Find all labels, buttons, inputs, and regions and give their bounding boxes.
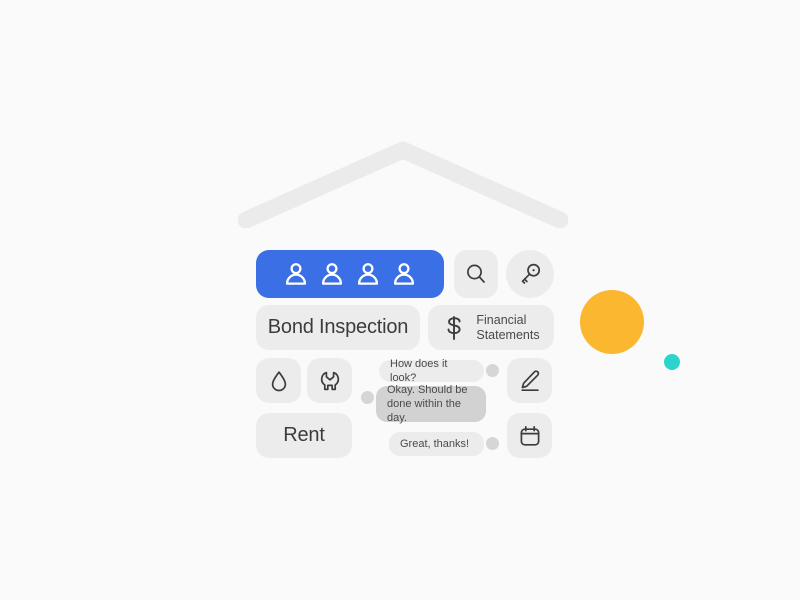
dollar-sign-icon	[447, 315, 461, 340]
water-drop-button[interactable]	[256, 358, 301, 403]
wrench-icon	[320, 371, 339, 390]
search-icon	[467, 264, 485, 283]
person-icon	[393, 263, 415, 285]
maintenance-button[interactable]	[307, 358, 352, 403]
chat-bubble-outgoing[interactable]: How does it look?	[379, 358, 484, 384]
bond-inspection-label: Bond Inspection	[267, 316, 409, 338]
tenants-people-button[interactable]	[256, 250, 444, 298]
calendar-button[interactable]	[507, 413, 552, 458]
illustration-canvas: Bond Inspection Financial Statements Ren…	[0, 0, 800, 600]
search-button[interactable]	[454, 250, 498, 298]
key-icon	[521, 263, 541, 284]
avatar	[486, 437, 499, 450]
person-icon	[285, 263, 307, 285]
financial-statements-button[interactable]: Financial Statements	[428, 305, 554, 350]
edit-button[interactable]	[507, 358, 552, 403]
avatar	[361, 391, 374, 404]
rent-button[interactable]: Rent	[256, 413, 352, 458]
water-drop-icon	[271, 370, 286, 391]
person-icon	[321, 263, 343, 285]
financial-statements-label-line2: Statements	[476, 327, 540, 342]
key-button[interactable]	[506, 250, 554, 298]
orange-circle	[580, 290, 644, 354]
rent-label: Rent	[283, 424, 325, 446]
chat-bubble-outgoing[interactable]: Great, thanks!	[389, 432, 484, 456]
chat-bubble-text: Okay. Should be done within the day.	[387, 384, 468, 424]
calendar-icon	[520, 425, 539, 446]
chat-bubble-text: Great, thanks!	[400, 438, 470, 450]
pencil-icon	[520, 369, 539, 391]
chat-bubble-text: How does it look?	[390, 358, 448, 384]
teal-circle	[664, 354, 680, 370]
financial-statements-label-line1: Financial	[476, 312, 527, 327]
avatar	[486, 364, 499, 377]
chat-bubble-incoming[interactable]: Okay. Should be done within the day.	[376, 384, 486, 424]
house-roof-chevron	[238, 141, 568, 228]
bond-inspection-button[interactable]: Bond Inspection	[256, 305, 420, 350]
person-icon	[357, 263, 379, 285]
financial-statements-label: Financial Statements	[476, 313, 539, 343]
